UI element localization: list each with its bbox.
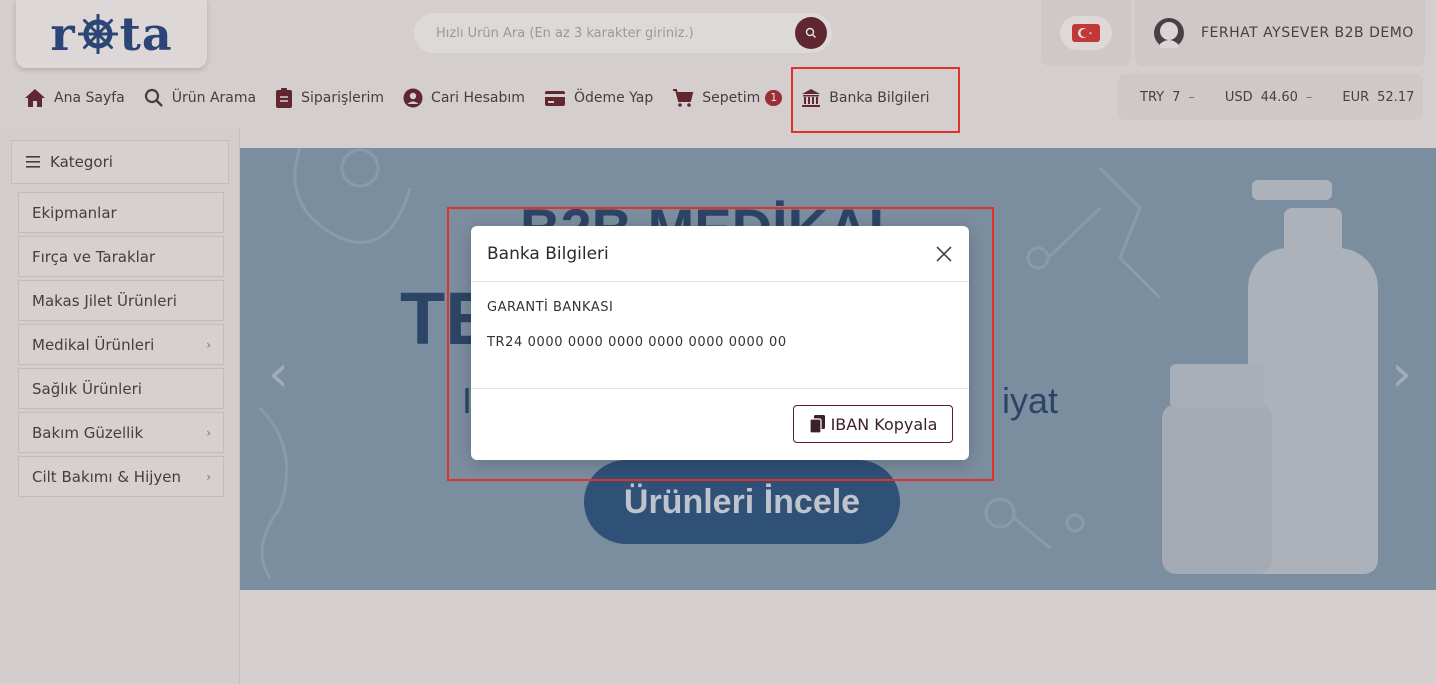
page: r ta Hızlı Ürün Ara (En az 3 karakter gi… xyxy=(0,0,1436,684)
highlight-box-modal xyxy=(447,207,994,481)
highlight-box-nav xyxy=(791,67,960,133)
